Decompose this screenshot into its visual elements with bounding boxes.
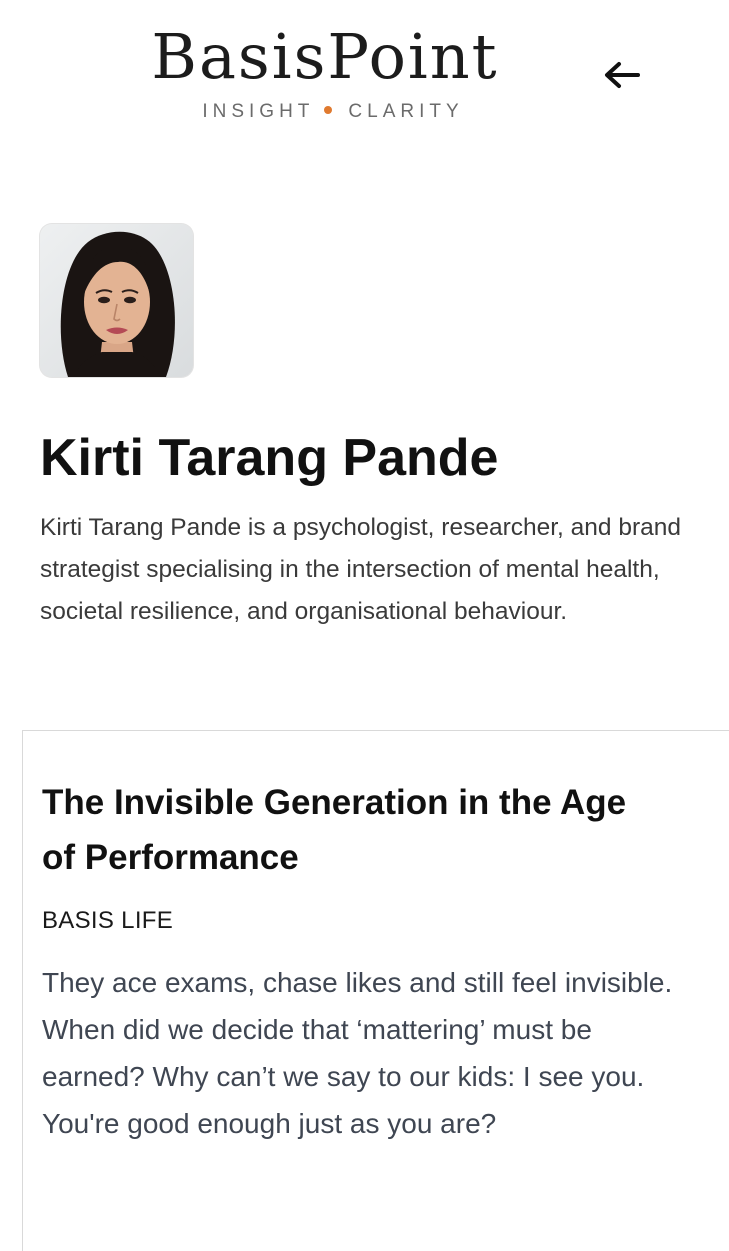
site-tagline: INSIGHT CLARITY <box>0 102 666 121</box>
tagline-insight: INSIGHT <box>202 101 315 122</box>
author-bio: Kirti Tarang Pande is a psychologist, re… <box>40 514 682 625</box>
tagline-dot-icon <box>324 106 333 115</box>
author-avatar <box>40 224 193 377</box>
article-card[interactable]: The Invisible Generation in the Age of P… <box>22 730 729 1251</box>
author-portrait <box>40 224 193 377</box>
article-title[interactable]: The Invisible Generation in the Age of P… <box>42 775 662 885</box>
back-button[interactable] <box>600 56 644 92</box>
article-category[interactable]: BASIS LIFE <box>42 907 173 935</box>
arrow-left-icon <box>605 62 640 88</box>
author-name: Kirti Tarang Pande <box>40 429 499 487</box>
article-excerpt: They ace exams, chase likes and still fe… <box>42 967 673 1139</box>
tagline-clarity: CLARITY <box>348 101 464 122</box>
site-header: BasisPoint INSIGHT CLARITY <box>0 0 729 140</box>
site-logo[interactable]: BasisPoint <box>0 26 650 88</box>
